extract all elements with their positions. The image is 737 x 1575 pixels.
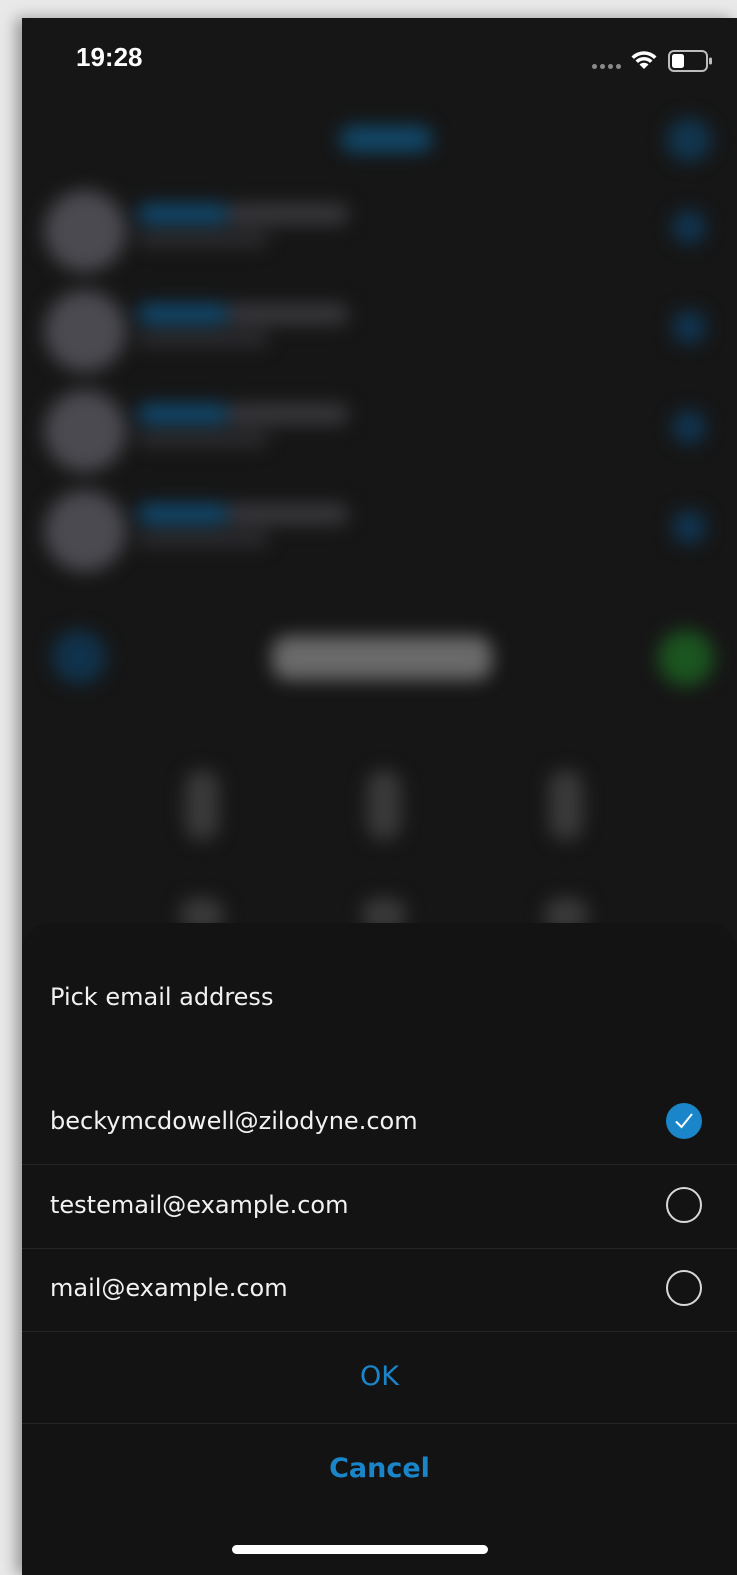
blurred-name	[228, 204, 348, 224]
blurred-subtitle	[138, 232, 268, 246]
battery-icon	[668, 50, 712, 72]
avatar	[44, 490, 126, 572]
blurred-header-title	[340, 126, 432, 152]
blurred-header-button	[667, 118, 711, 162]
blurred-contact-row	[22, 290, 737, 380]
cellular-signal-icon	[592, 64, 621, 69]
avatar	[44, 190, 126, 272]
sheet-title: Pick email address	[50, 983, 274, 1011]
status-time: 19:28	[76, 42, 143, 72]
blurred-subtitle	[138, 432, 268, 446]
blurred-contact-row	[22, 390, 737, 480]
blurred-keypad-key	[185, 770, 219, 840]
blurred-name	[138, 204, 228, 224]
radio-unchecked-icon[interactable]	[666, 1270, 702, 1306]
status-bar: 19:28	[22, 18, 737, 108]
email-option-row[interactable]: beckymcdowell@zilodyne.com	[22, 1081, 737, 1165]
info-icon	[672, 210, 706, 244]
blurred-call-button	[658, 630, 714, 686]
info-icon	[672, 310, 706, 344]
home-indicator[interactable]	[232, 1545, 488, 1554]
email-option-row[interactable]: mail@example.com	[22, 1248, 737, 1332]
email-picker-sheet: Pick email address beckymcdowell@zilodyn…	[22, 923, 737, 1575]
email-option-label: beckymcdowell@zilodyne.com	[50, 1107, 418, 1135]
ok-button[interactable]: OK	[22, 1331, 737, 1424]
blurred-keypad-key	[549, 770, 583, 840]
avatar	[44, 290, 126, 372]
email-option-label: mail@example.com	[50, 1274, 288, 1302]
blurred-name	[138, 504, 228, 524]
blurred-name	[228, 304, 348, 324]
blurred-contact-row	[22, 490, 737, 580]
blurred-background-app	[22, 18, 737, 938]
wifi-icon	[631, 51, 657, 69]
email-option-row[interactable]: testemail@example.com	[22, 1165, 737, 1249]
avatar	[44, 390, 126, 472]
blurred-name	[228, 504, 348, 524]
checkmark-icon[interactable]	[666, 1103, 702, 1139]
blurred-subtitle	[138, 332, 268, 346]
blurred-name	[228, 404, 348, 424]
blurred-keypad-key	[367, 770, 401, 840]
blurred-name	[138, 304, 228, 324]
blurred-contact-row	[22, 190, 737, 280]
blurred-subtitle	[138, 532, 268, 546]
radio-unchecked-icon[interactable]	[666, 1187, 702, 1223]
cancel-button[interactable]: Cancel	[22, 1423, 737, 1515]
blurred-dial-number	[272, 636, 492, 680]
info-icon	[672, 410, 706, 444]
blurred-left-button	[52, 630, 106, 684]
email-option-label: testemail@example.com	[50, 1191, 349, 1219]
info-icon	[672, 510, 706, 544]
phone-screen: 19:28 Pick email address beckymcdowell@z…	[22, 18, 737, 1575]
blurred-name	[138, 404, 228, 424]
